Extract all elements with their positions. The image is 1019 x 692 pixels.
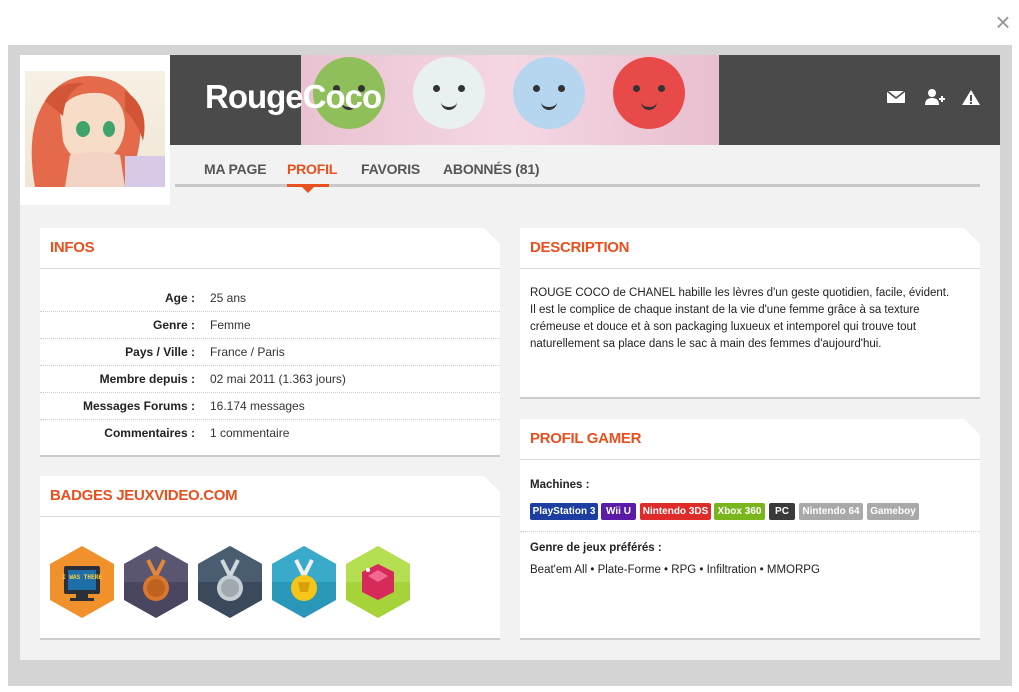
info-label: Membre depuis : [99,372,195,386]
info-value: 16.174 messages [210,399,305,413]
description-line: Il est le complice de chaque instant de … [530,304,920,350]
info-value: 25 ans [210,291,247,305]
machine-tag[interactable]: Wii U [601,503,636,520]
report-warning-icon[interactable] [961,86,983,108]
genres-label: Genre de jeux préférés : [530,542,662,554]
info-label: Pays / Ville : [125,345,195,359]
tab-ma-page[interactable]: MA PAGE [204,161,267,177]
cupcake-image [513,57,585,129]
description-card: DESCRIPTION ROUGE COCO de CHANEL habille… [520,228,980,399]
silver-medal-badge-icon[interactable] [198,546,262,618]
tab-profil[interactable]: PROFIL [287,161,337,177]
info-label: Messages Forums : [82,399,195,413]
machine-tag[interactable]: Gameboy [867,503,919,520]
info-value: France / Paris [210,345,285,359]
gold-trophy-badge-icon[interactable] [272,546,336,618]
badges-card: BADGES JEUXVIDEO.COM I WAS THERE [40,476,500,640]
badges-title: BADGES JEUXVIDEO.COM [50,487,238,504]
machine-tag[interactable]: Nintendo 64 [799,503,863,520]
tab-abonnes[interactable]: ABONNÉS (81) [443,161,540,177]
info-row-commentaires: Commentaires : 1 commentaire [40,419,500,446]
close-icon[interactable]: × [990,8,1016,36]
profile-username: RougeCoco [205,78,382,115]
info-row-age: Age : 25 ans [40,284,500,312]
profil-gamer-title: PROFIL GAMER [530,430,642,447]
info-row-messages: Messages Forums : 16.174 messages [40,392,500,420]
i-was-there-badge-icon[interactable]: I WAS THERE [50,546,114,618]
info-row-membre: Membre depuis : 02 mai 2011 (1.363 jours… [40,365,500,393]
cupcake-image [613,57,685,129]
active-tab-caret [302,187,314,193]
bronze-medal-badge-icon[interactable] [124,546,188,618]
machines-label: Machines : [530,479,590,491]
badge-text: I WAS THERE [62,574,102,581]
infos-title: INFOS [50,239,95,256]
info-value: Femme [210,318,251,332]
description-text: ROUGE COCO de CHANEL habille les lèvres … [530,285,970,353]
avatar[interactable] [25,71,165,187]
tab-favoris[interactable]: FAVORIS [361,161,420,177]
cupcake-image [413,57,485,129]
machine-tag[interactable]: Xbox 360 [714,503,765,520]
avatar-frame [20,55,170,205]
profil-gamer-card: PROFIL GAMER Machines : PlayStation 3 Wi… [520,419,980,640]
info-row-pays: Pays / Ville : France / Paris [40,338,500,366]
info-value: 1 commentaire [210,426,290,440]
description-line: ROUGE COCO de CHANEL habille les lèvres … [530,287,950,299]
mail-icon[interactable] [886,86,908,108]
info-label: Commentaires : [104,426,195,440]
machine-tag[interactable]: Nintendo 3DS [640,503,711,520]
info-label: Age : [165,291,195,305]
description-title: DESCRIPTION [530,239,630,256]
info-value: 02 mai 2011 (1.363 jours) [210,372,346,386]
info-row-genre: Genre : Femme [40,311,500,339]
genres-list: Beat'em All • Plate-Forme • RPG • Infilt… [530,564,820,576]
machine-tag[interactable]: PlayStation 3 [530,503,598,520]
add-friend-icon[interactable] [924,86,946,108]
infos-card: INFOS Age : 25 ans Genre : Femme Pays / … [40,228,500,457]
machine-tag[interactable]: PC [769,503,795,520]
info-label: Genre : [152,318,195,332]
ruby-gem-badge-icon[interactable] [346,546,410,618]
